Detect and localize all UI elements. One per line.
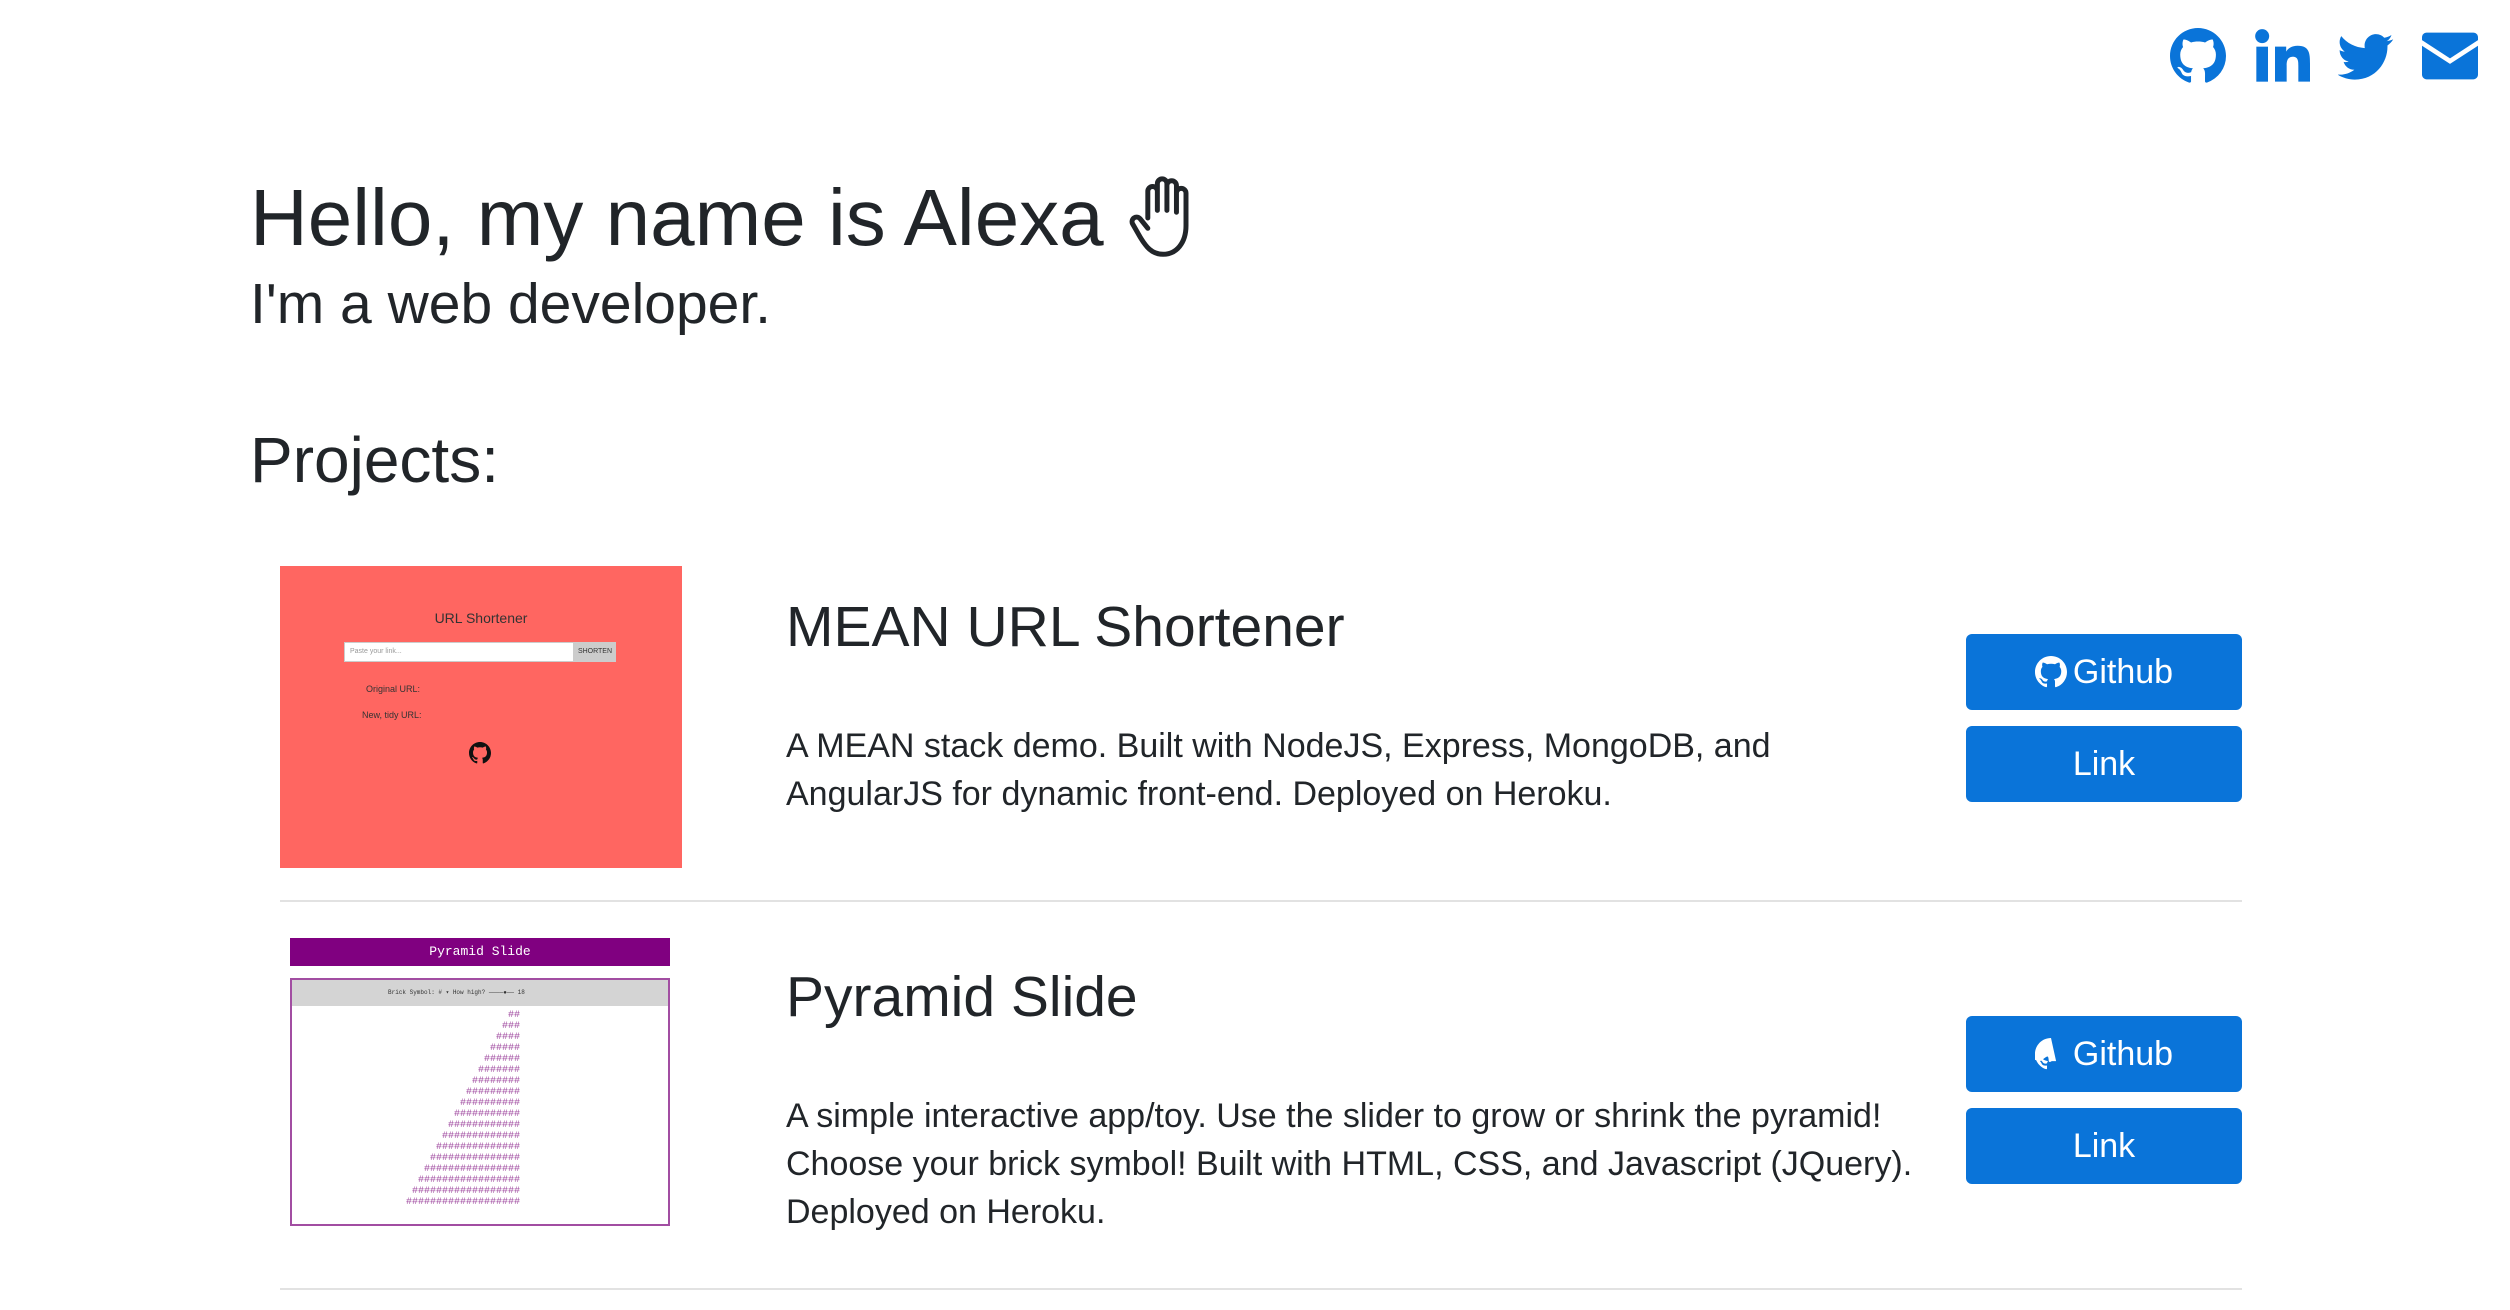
thumbnail-pyramid: ## ### #### ##### ###### ####### ######## #####… [405, 1010, 520, 1208]
twitter-icon[interactable] [2338, 28, 2394, 84]
link-button-label: Link [2072, 744, 2136, 783]
thumbnail-label: Original URL: [366, 684, 421, 694]
project-title: MEAN URL Shortener [786, 595, 1345, 659]
project-card: URL Shortener Paste your link... SHORTEN… [280, 566, 2242, 902]
projects-heading: Projects: [250, 424, 499, 496]
github-icon [469, 742, 491, 764]
thumbnail-body: Brick Symbol: # ▾ How high? ────●── 18 #… [290, 978, 670, 1226]
github-button[interactable]: Github [1966, 1016, 2242, 1092]
link-button-label: Link [2072, 1126, 2136, 1165]
thumbnail-title: URL Shortener [434, 610, 528, 626]
social-links [2170, 28, 2506, 84]
thumbnail-controls: Brick Symbol: # ▾ How high? ────●── 18 [292, 980, 668, 1006]
github-icon [2034, 1038, 2057, 1070]
github-button-label: Github [2072, 1034, 2174, 1073]
thumbnail-button: SHORTEN [574, 642, 616, 662]
link-button[interactable]: Link [1966, 1108, 2242, 1184]
thumbnail-label: New, tidy URL: [362, 710, 422, 720]
page-title: Hello, my name is Alexa [250, 168, 1204, 268]
project-card: Pyramid Slide Brick Symbol: # ▾ How high… [280, 938, 2242, 1300]
divider [280, 1288, 2242, 1290]
github-icon[interactable] [2170, 28, 2226, 84]
email-icon[interactable] [2422, 28, 2478, 84]
project-description: A MEAN stack demo. Built with NodeJS, Ex… [786, 727, 1771, 813]
github-button[interactable]: Github [1966, 634, 2242, 710]
project-description: A simple interactive app/toy. Use the sl… [786, 1097, 1913, 1231]
project-thumbnail[interactable]: URL Shortener Paste your link... SHORTEN… [280, 566, 682, 868]
page-subtitle: I'm a web developer. [250, 272, 772, 336]
divider [280, 900, 2242, 902]
github-icon [2034, 656, 2067, 688]
project-thumbnail[interactable]: Pyramid Slide Brick Symbol: # ▾ How high… [280, 938, 670, 1228]
link-button[interactable]: Link [1966, 726, 2242, 802]
linkedin-icon[interactable] [2254, 28, 2310, 84]
thumbnail-title: Pyramid Slide [290, 938, 670, 966]
hero-title-text: Hello, my name is Alexa [250, 173, 1104, 262]
thumbnail-input: Paste your link... [344, 642, 574, 662]
github-button-label: Github [2072, 652, 2174, 691]
project-title: Pyramid Slide [786, 965, 1138, 1029]
raised-hand-icon [1126, 176, 1204, 260]
